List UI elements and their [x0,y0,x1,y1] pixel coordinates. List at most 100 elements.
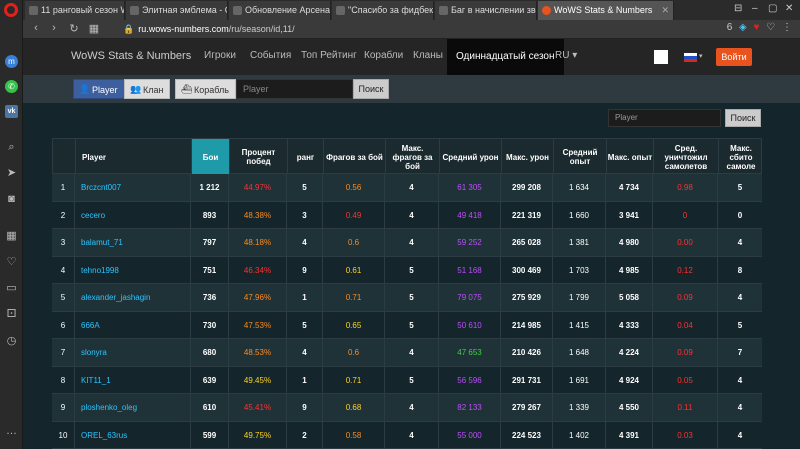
col-header-avg-damage[interactable]: Средний урон [439,139,501,175]
extensions-icon[interactable]: ⚀ [5,308,18,321]
browser-tab-active[interactable]: WoWS Stats & Numbers ✕ [538,1,674,20]
language-dropdown[interactable]: RU ▾ [555,50,577,61]
url-field[interactable]: 🔒 ru.wows-numbers.com/ru/season/id,11/ [123,22,683,37]
browser-tab[interactable]: Баг в начислении звезд [435,1,537,20]
bookmark-icon[interactable]: ♡ [766,22,775,33]
vpn-icon[interactable]: ◈ [739,22,747,33]
messenger-icon[interactable]: m [5,55,18,68]
col-header-avg-xp[interactable]: Средний опыт [553,139,606,175]
close-window-icon[interactable]: ✕ [785,3,793,14]
speed-dial-grid-icon[interactable]: ▦ [87,22,101,35]
cell-avg-planes: 0.11 [652,394,717,421]
col-header-avg-planes[interactable]: Сред. уничтожил самолетов [653,139,718,175]
search-button[interactable]: Поиск [353,79,389,99]
adblock-badge[interactable]: 6 [727,22,733,33]
theme-toggle[interactable] [654,50,668,64]
cell-max-xp: 4 924 [605,366,652,394]
cell-player[interactable]: Brczcnt007 [74,174,190,201]
cell-player[interactable]: 666A [74,311,190,339]
cell-avg-damage: 59 252 [438,229,500,256]
cell-frags: 0.6 [322,339,384,366]
col-header-frags[interactable]: Фрагов за бой [323,139,385,175]
cell-battles: 599 [190,421,228,449]
whatsapp-icon[interactable]: ✆ [5,80,18,93]
nav-link-ships[interactable]: Корабли [364,50,403,61]
pin-icon[interactable]: ⊟ [734,3,742,14]
browser-tab[interactable]: Элитная эмблема - Стра [126,1,228,20]
back-icon[interactable]: ‹ [29,22,43,34]
send-icon[interactable]: ➤ [5,167,18,180]
heart-icon[interactable]: ♡ [5,256,18,269]
history-icon[interactable]: ▭ [5,282,18,295]
cell-player[interactable]: cecero [74,201,190,229]
col-header-rank[interactable]: ранг [287,139,323,175]
cell-player[interactable]: alexander_jashagin [74,284,190,311]
cell-index: 6 [60,320,66,330]
table-search-input[interactable]: Player [608,109,721,127]
cell-battles: 730 [190,311,228,339]
table-search-button[interactable]: Поиск [725,109,761,127]
col-header-max-planes[interactable]: Макс. сбито самоле [718,139,763,175]
maximize-icon[interactable]: ▢ [768,3,777,14]
opera-logo-icon[interactable] [4,3,18,17]
table-row: 4 tehno1998 751 46.34% 9 0.61 5 51 168 300 469 1 … [52,256,762,284]
cell-player[interactable]: slonyra [74,339,190,366]
browser-tab[interactable]: Обновление Арсенала. [229,1,331,20]
col-header-battles[interactable]: Бои [191,139,229,175]
browser-tab[interactable]: 11 ранговый сезон Wo [25,1,125,20]
cell-avg-damage: 61 305 [438,174,500,201]
vk-icon[interactable]: vk [5,105,18,118]
nav-link-players[interactable]: Игроки [204,50,236,61]
search-icon[interactable]: ⌕ [5,141,18,154]
chevron-down-icon[interactable]: ▾ [699,52,703,60]
col-header-player[interactable]: Player [75,139,191,175]
cell-player[interactable]: balamut_71 [74,229,190,256]
ru-flag-icon[interactable] [684,53,697,62]
clock-icon[interactable]: ◷ [5,335,18,348]
cell-avg-xp: 1 691 [552,366,605,394]
nav-link-events[interactable]: События [250,50,291,61]
cell-player[interactable]: ploshenko_oleg [74,394,190,421]
table-row: 9 ploshenko_oleg 610 45.41% 9 0.68 4 82 133 279 … [52,394,762,422]
player-search-input[interactable]: Player [236,79,353,99]
site-brand[interactable]: WoWS Stats & Numbers [71,50,191,62]
cell-rank: 4 [286,229,322,256]
browser-tab[interactable]: "Спасибо за фидбек, пе [332,1,434,20]
close-tab-icon[interactable]: ✕ [661,1,669,20]
login-button[interactable]: Войти [716,48,752,66]
col-header-max-xp[interactable]: Макс. опыт [606,139,653,175]
search-type-ship[interactable]: ⛴ Корабль [175,79,236,99]
menu-icon[interactable]: ⋮ [782,22,792,33]
cell-battles: 736 [190,284,228,311]
reload-icon[interactable]: ↻ [67,22,81,35]
camera-icon[interactable]: ◙ [5,193,18,206]
cell-max-frags: 5 [384,311,438,339]
nav-link-top-rating[interactable]: Топ Рейтинг [301,50,357,61]
search-type-clan[interactable]: 👥 Клан [124,79,171,99]
col-header-max-frags[interactable]: Макс. фрагов за бой [385,139,439,175]
minimize-icon[interactable]: – [752,3,758,14]
cell-max-damage: 224 523 [500,421,552,449]
tab-favicon-icon [233,6,242,15]
cell-player[interactable]: OREL_63rus [74,421,190,449]
nav-link-eleventh-season[interactable]: Одиннадцатый сезон [447,39,564,75]
cell-avg-xp: 1 381 [552,229,605,256]
heart-icon[interactable]: ♥ [754,22,760,33]
cell-battles: 751 [190,256,228,284]
cell-max-planes: 0 [717,201,762,229]
col-header-max-damage[interactable]: Макс. урон [501,139,553,175]
cell-avg-damage: 49 418 [438,201,500,229]
forward-icon[interactable]: › [47,22,61,34]
nav-link-clans[interactable]: Кланы [413,50,443,61]
site-nav: WoWS Stats & Numbers Игроки События Топ … [23,39,800,75]
cell-max-xp: 4 550 [605,394,652,421]
cell-player[interactable]: tehno1998 [74,256,190,284]
speed-dial-icon[interactable]: ▦ [5,230,18,243]
cell-max-planes: 8 [717,256,762,284]
col-header-winrate[interactable]: Процент побед [229,139,287,175]
cell-player[interactable]: KIT11_1 [74,366,190,394]
cell-rank: 3 [286,201,322,229]
search-type-player[interactable]: 👤 Player [73,79,125,99]
cell-max-planes: 4 [717,284,762,311]
more-icon[interactable]: … [5,425,18,438]
